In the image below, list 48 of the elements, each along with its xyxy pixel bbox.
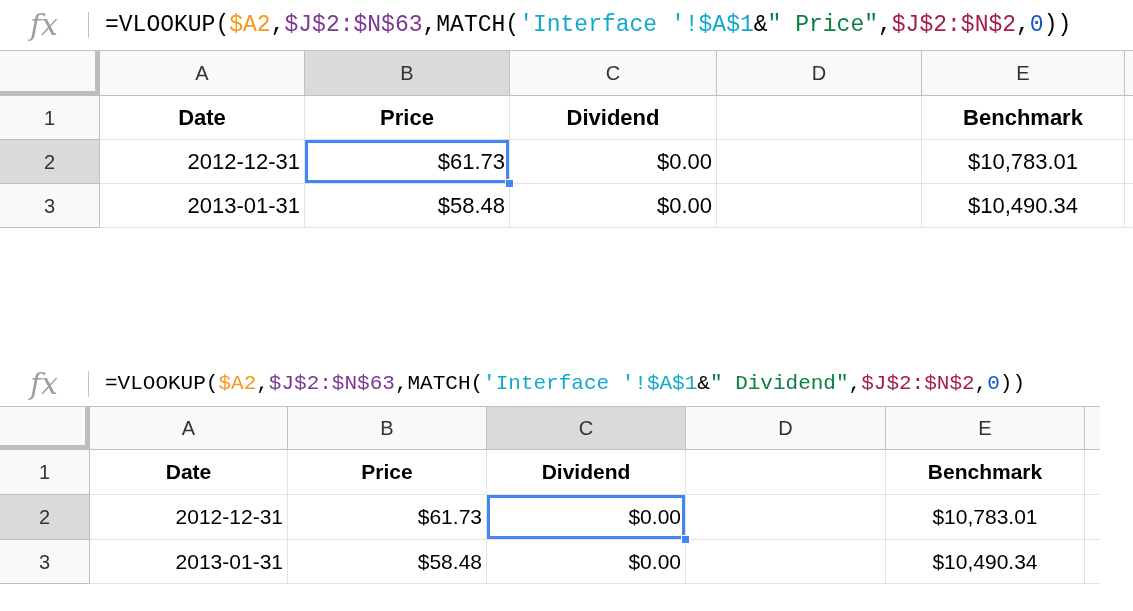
fill-handle[interactable]	[505, 179, 514, 188]
table-cell[interactable]: 2013-01-31	[100, 184, 305, 228]
column-header[interactable]: C	[487, 407, 686, 450]
table-cell[interactable]: Benchmark	[922, 96, 1125, 140]
row-header[interactable]: 3	[0, 540, 90, 584]
table-cell[interactable]	[686, 540, 886, 584]
table-cell[interactable]: $10,783.01	[922, 140, 1125, 184]
table-cell[interactable]: Date	[90, 450, 288, 495]
table-cell[interactable]: Dividend	[487, 450, 686, 495]
function-label: fx	[27, 369, 59, 399]
table-cell[interactable]: Dividend	[510, 96, 717, 140]
table-cell[interactable]: $0.00	[510, 184, 717, 228]
formula-text[interactable]: =VLOOKUP($A2,$J$2:$N$63,MATCH('Interface '!$A$1&" Dividend",$J$2:$N$2,0))	[105, 368, 1026, 400]
fill-handle[interactable]	[681, 535, 690, 544]
table-cell[interactable]: Price	[288, 450, 487, 495]
table-cell[interactable]: 2013-01-31	[90, 540, 288, 584]
table-cell[interactable]: 2012-12-31	[100, 140, 305, 184]
row-header[interactable]: 1	[0, 450, 90, 495]
column-header[interactable]: D	[686, 407, 886, 450]
column-header[interactable]: B	[305, 51, 510, 96]
table-cell[interactable]: 2012-12-31	[90, 495, 288, 540]
row-header[interactable]: 2	[0, 140, 100, 184]
table-cell[interactable]: $10,783.01	[886, 495, 1085, 540]
table-cell[interactable]: $58.48	[288, 540, 487, 584]
column-header[interactable]: A	[100, 51, 305, 96]
row-header[interactable]: 2	[0, 495, 90, 540]
column-header[interactable]: A	[90, 407, 288, 450]
column-header[interactable]: C	[510, 51, 717, 96]
table-cell[interactable]	[717, 140, 922, 184]
table-cell[interactable]: Price	[305, 96, 510, 140]
table-cell[interactable]	[717, 184, 922, 228]
formula-text[interactable]: =VLOOKUP($A2,$J$2:$N$63,MATCH('Interface '!$A$1&" Price",$J$2:$N$2,0))	[105, 7, 1072, 43]
row-header[interactable]: 3	[0, 184, 100, 228]
table-cell[interactable]: Date	[100, 96, 305, 140]
select-all-corner[interactable]	[0, 407, 90, 450]
column-header[interactable]: E	[922, 51, 1125, 96]
row-header[interactable]: 1	[0, 96, 100, 140]
table-cell[interactable]	[717, 96, 922, 140]
column-header[interactable]: B	[288, 407, 487, 450]
column-header[interactable]: E	[886, 407, 1085, 450]
function-label: fx	[27, 10, 59, 40]
table-cell[interactable]	[686, 450, 886, 495]
select-all-corner[interactable]	[0, 51, 100, 96]
table-cell[interactable]: Benchmark	[886, 450, 1085, 495]
table-cell[interactable]: $61.73	[288, 495, 487, 540]
column-header[interactable]: D	[717, 51, 922, 96]
table-cell[interactable]: $10,490.34	[922, 184, 1125, 228]
table-cell[interactable]: $10,490.34	[886, 540, 1085, 584]
